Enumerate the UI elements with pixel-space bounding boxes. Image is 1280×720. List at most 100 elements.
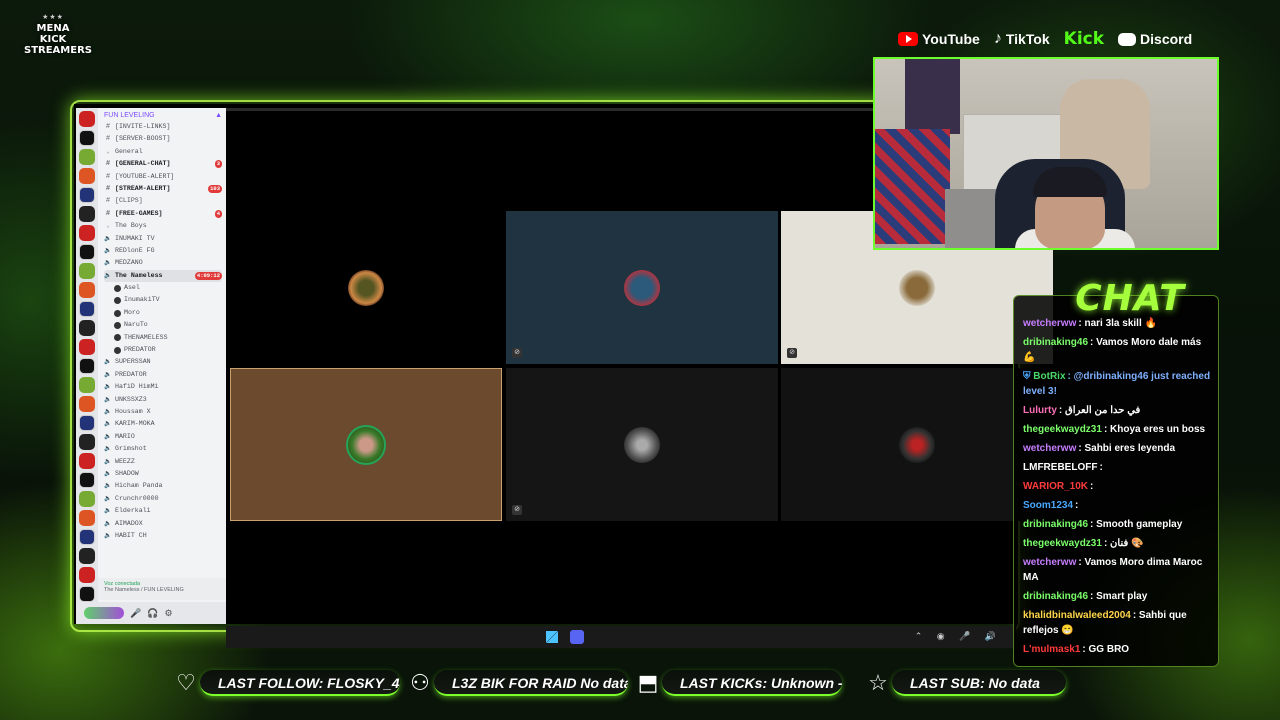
- server-icon[interactable]: [79, 358, 95, 374]
- server-icon[interactable]: [79, 586, 95, 602]
- avatar: [348, 426, 384, 463]
- chat-message: thegeekwaydz31: فنان 🎨: [1023, 536, 1213, 551]
- channel-item[interactable]: 🔈 MARIO: [104, 431, 222, 443]
- channel-item[interactable]: 🔈 Houssam X: [104, 406, 222, 418]
- server-icon[interactable]: [79, 396, 95, 412]
- video-tile[interactable]: [230, 211, 502, 364]
- raid-widget: ⚇ L3Z BIK FOR RAID No data: [406, 663, 628, 703]
- server-icon[interactable]: [79, 282, 95, 298]
- unread-badge: 4: [214, 209, 222, 218]
- channel-item[interactable]: # [YOUTUBE-ALERT]: [104, 171, 222, 183]
- channel-item[interactable]: 🔈 HABIT CH: [104, 530, 222, 542]
- server-icon[interactable]: [79, 263, 95, 279]
- channel-item[interactable]: # [STREAM-ALERT] 103: [104, 183, 222, 195]
- channel-item[interactable]: 🔈 INUMAKI TV: [104, 233, 222, 245]
- channel-item[interactable]: 🔈 WEEZZ: [104, 456, 222, 468]
- channel-item[interactable]: 🔈 SUPERSSAN: [104, 356, 222, 368]
- bell-icon[interactable]: ▲: [215, 112, 222, 119]
- server-icon[interactable]: [79, 491, 95, 507]
- channel-item[interactable]: 🔈 REDlonE FG: [104, 245, 222, 257]
- voice-member[interactable]: Asel: [104, 282, 222, 294]
- video-tile[interactable]: ⊘: [506, 211, 778, 364]
- channel-item[interactable]: ⌄ The Boys: [104, 220, 222, 232]
- server-header[interactable]: FUN LEVELING ▲: [104, 112, 222, 121]
- chat-username: dribinaking46: [1023, 337, 1089, 348]
- headphones-icon[interactable]: 🎧: [147, 608, 158, 619]
- chat-text: : Khoya eres un boss: [1103, 424, 1206, 435]
- channel-item[interactable]: 🔈 HafiD HimMi: [104, 381, 222, 393]
- server-icon[interactable]: [79, 453, 95, 469]
- server-icon[interactable]: [79, 548, 95, 564]
- video-tile-speaking[interactable]: [230, 368, 502, 521]
- channel-item[interactable]: 🔈 Crunchr0000: [104, 493, 222, 505]
- channel-label: PREDATOR: [115, 370, 147, 378]
- server-icon[interactable]: [79, 339, 95, 355]
- channel-label: SUPERSSAN: [115, 358, 151, 366]
- channel-label: THENAMELESS: [124, 333, 168, 341]
- channel-item[interactable]: ⌄ General: [104, 146, 222, 158]
- muted-mic-icon: ⊘: [512, 348, 522, 358]
- server-icon[interactable]: [79, 168, 95, 184]
- last-kicks-widget: ⬒ LAST KICKs: Unknown - 0: [634, 663, 842, 703]
- voice-member[interactable]: THENAMELESS: [104, 332, 222, 344]
- video-tile[interactable]: ⊘: [506, 368, 778, 521]
- voice-member[interactable]: Moro: [104, 307, 222, 319]
- server-icon[interactable]: [79, 149, 95, 165]
- server-icon[interactable]: [79, 130, 95, 146]
- channel-item[interactable]: 🔈 Grimshot: [104, 443, 222, 455]
- channel-item[interactable]: 🔈 PREDATOR: [104, 369, 222, 381]
- server-icon[interactable]: [79, 206, 95, 222]
- channel-label: [YOUTUBE-ALERT]: [115, 172, 175, 180]
- server-icon[interactable]: [79, 529, 95, 545]
- channel-item[interactable]: 🔈 The Nameless 4:09:12: [104, 269, 222, 283]
- channel-item[interactable]: 🔈 AIMADOX: [104, 518, 222, 530]
- speaker-icon: 🔈: [104, 469, 112, 477]
- system-tray[interactable]: ⌃ ◉ 🎤 🔊: [915, 631, 1002, 642]
- channel-item[interactable]: # [INVITE-LINKS]: [104, 121, 222, 133]
- speaker-icon: 🔈: [104, 259, 112, 267]
- server-icon[interactable]: [79, 301, 95, 317]
- server-icon[interactable]: [79, 472, 95, 488]
- channel-item[interactable]: 🔈 UNKSSXZ3: [104, 394, 222, 406]
- heart-icon: ♡: [176, 670, 196, 695]
- voice-member[interactable]: PREDATOR: [104, 344, 222, 356]
- speaker-icon: 🔈: [104, 246, 112, 254]
- channel-item[interactable]: 🔈 MEDZANO: [104, 257, 222, 269]
- server-icon[interactable]: [79, 244, 95, 260]
- channel-label: NaruTo: [124, 321, 148, 329]
- channel-label: Grimshot: [115, 445, 147, 453]
- server-icon[interactable]: [79, 111, 95, 127]
- channel-item[interactable]: # [SERVER-BOOST]: [104, 133, 222, 145]
- muted-mic-icon: ⊘: [512, 505, 522, 515]
- microphone-icon[interactable]: 🎤: [130, 608, 141, 619]
- server-icon[interactable]: [79, 187, 95, 203]
- voice-member[interactable]: NaruTo: [104, 319, 222, 331]
- channel-item[interactable]: 🔈 KARIM-MOKA: [104, 418, 222, 430]
- channel-label: KARIM-MOKA: [115, 420, 155, 428]
- speaker-icon: 🔈: [104, 234, 112, 242]
- channel-item[interactable]: 🔈 Elderkali: [104, 505, 222, 517]
- server-icon[interactable]: [79, 320, 95, 336]
- windows-start-icon[interactable]: [546, 631, 558, 643]
- server-icon[interactable]: [79, 567, 95, 583]
- channel-item[interactable]: # [FREE-GAMES] 4: [104, 208, 222, 220]
- server-icon[interactable]: [79, 510, 95, 526]
- server-icon[interactable]: [79, 225, 95, 241]
- chat-username: BotRix: [1033, 371, 1066, 382]
- voice-member[interactable]: InumakiTV: [104, 294, 222, 306]
- gear-icon[interactable]: ⚙: [164, 608, 172, 619]
- channel-item[interactable]: 🔈 SHADOW: [104, 468, 222, 480]
- channel-label: Moro: [124, 308, 140, 316]
- avatar[interactable]: [84, 607, 124, 619]
- channel-label: SHADOW: [115, 469, 139, 477]
- discord-taskbar-icon[interactable]: [570, 630, 584, 644]
- channel-label: UNKSSXZ3: [115, 395, 147, 403]
- channel-item[interactable]: 🔈 Hicham Panda: [104, 480, 222, 492]
- channel-label: InumakiTV: [124, 296, 160, 304]
- channel-item[interactable]: # [GENERAL-CHAT] 3: [104, 158, 222, 170]
- server-icon[interactable]: [79, 377, 95, 393]
- avatar: [114, 309, 121, 317]
- server-icon[interactable]: [79, 434, 95, 450]
- channel-item[interactable]: # [CLIPS]: [104, 195, 222, 207]
- server-icon[interactable]: [79, 415, 95, 431]
